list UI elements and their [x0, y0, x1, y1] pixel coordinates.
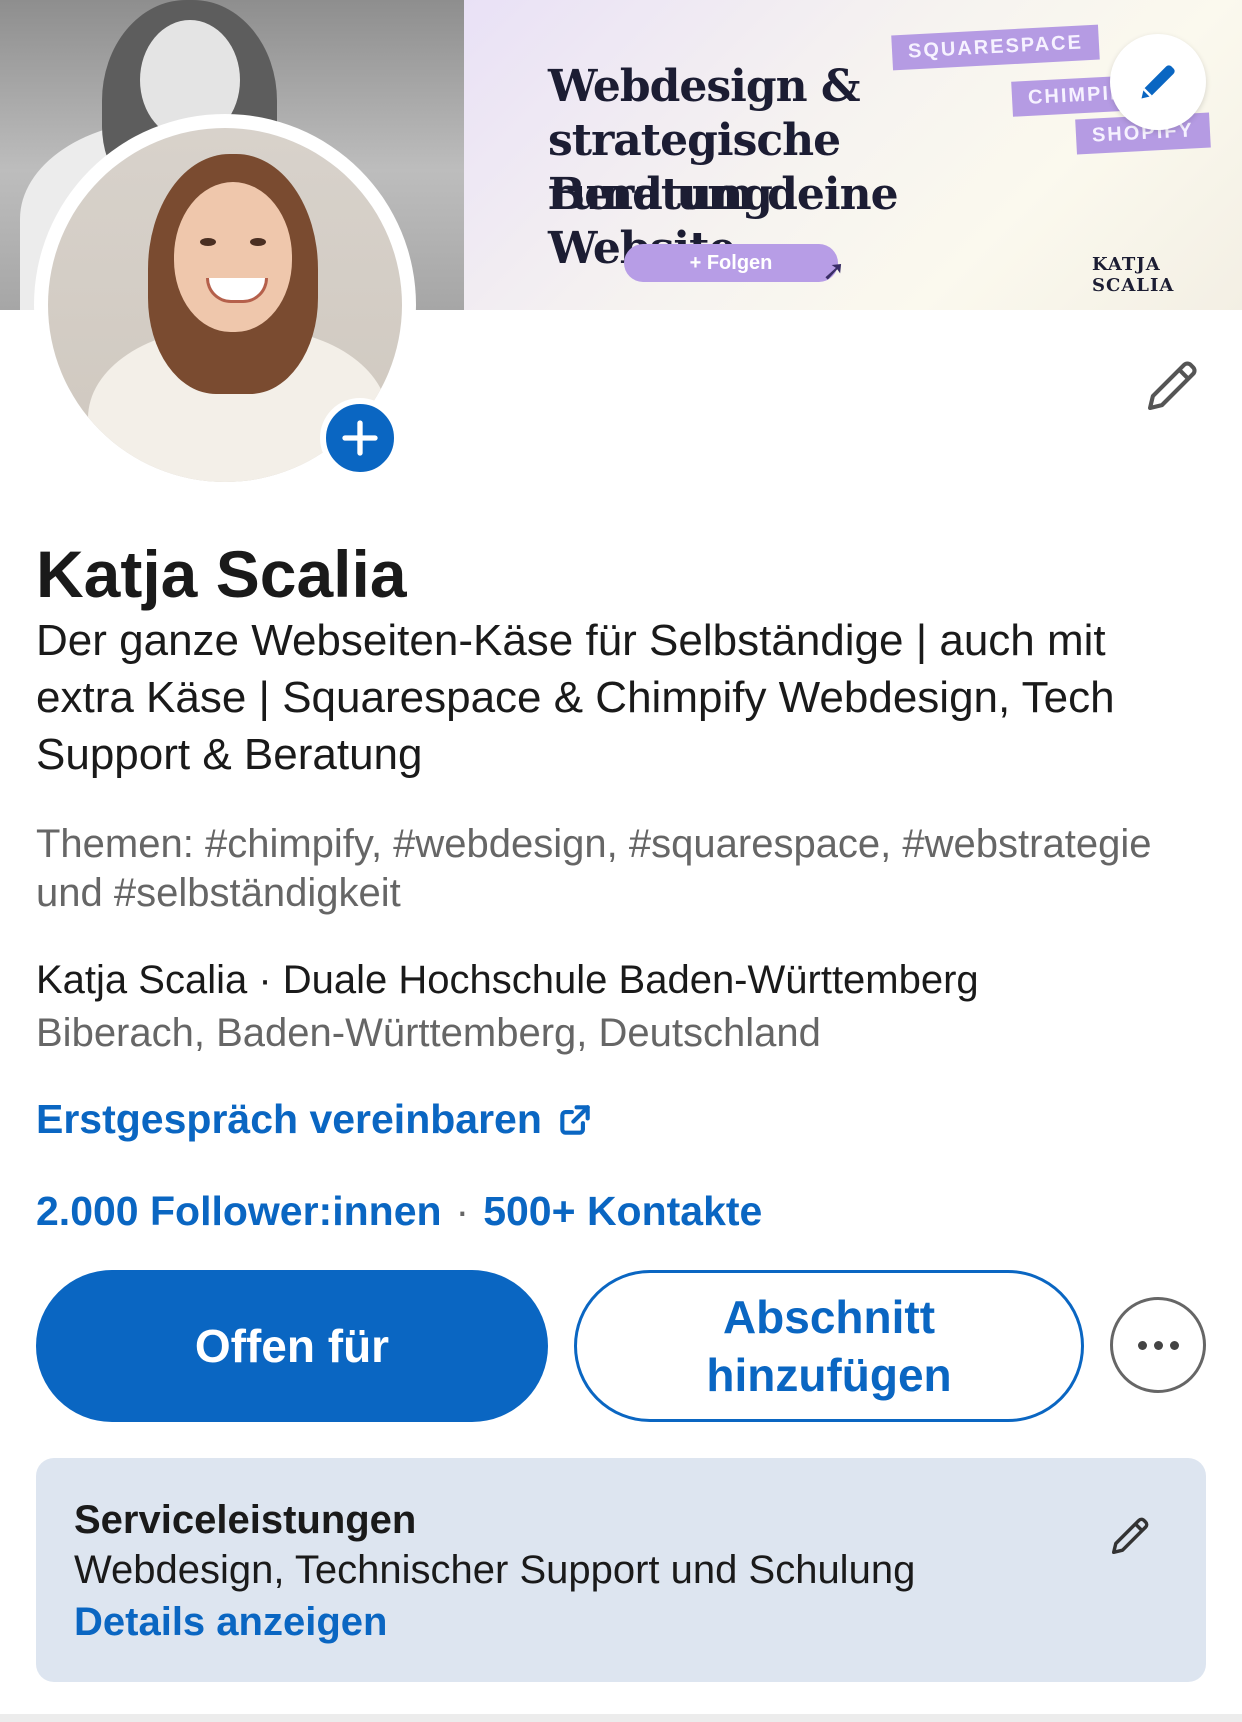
add-section-button[interactable]: Abschnitt hinzufügen	[574, 1270, 1084, 1422]
banner-headline-line-1: Webdesign &	[548, 61, 861, 112]
custom-link[interactable]: Erstgespräch vereinbaren	[36, 1096, 594, 1143]
pencil-icon	[1111, 1517, 1149, 1555]
banner-follow-graphic: + Folgen	[624, 244, 838, 282]
edit-intro-button[interactable]	[1136, 350, 1208, 422]
counts-separator: ·	[455, 1188, 470, 1234]
profile-company-education[interactable]: Katja Scalia · Duale Hochschule Baden-Wü…	[36, 958, 979, 1003]
profile-headline: Der ganze Webseiten-Käse für Selbständig…	[36, 616, 1115, 779]
banner-edit-button[interactable]	[1110, 34, 1206, 130]
custom-link-label[interactable]: Erstgespräch vereinbaren	[36, 1096, 542, 1143]
add-photo-button[interactable]	[320, 398, 400, 478]
profile-name: Katja Scalia	[36, 537, 407, 611]
pencil-icon	[1141, 65, 1175, 99]
plus-icon	[342, 420, 378, 456]
profile-topics: Themen: #chimpify, #webdesign, #squaresp…	[36, 822, 1152, 915]
connections-link[interactable]: 500+ Kontakte	[483, 1188, 762, 1235]
services-title: Serviceleistungen	[74, 1498, 417, 1542]
more-actions-button[interactable]	[1110, 1297, 1206, 1393]
services-list: Webdesign, Technischer Support und Schul…	[74, 1548, 916, 1592]
external-link-icon	[560, 1104, 590, 1135]
followers-link[interactable]: 2.000 Follower:innen	[36, 1188, 442, 1235]
cursor-icon: ➚	[822, 255, 846, 286]
services-card[interactable]: Serviceleistungen Webdesign, Technischer…	[36, 1458, 1206, 1682]
open-to-button[interactable]: Offen für	[36, 1270, 548, 1422]
banner-brand-logo: KATJA SCALIA	[1092, 254, 1175, 296]
edit-services-button[interactable]	[1100, 1506, 1160, 1566]
section-divider	[0, 1714, 1242, 1722]
more-horizontal-icon	[1137, 1340, 1179, 1350]
services-details-link[interactable]: Details anzeigen	[74, 1600, 387, 1645]
profile-location: Biberach, Baden-Württemberg, Deutschland	[36, 1011, 821, 1055]
pencil-icon	[1147, 361, 1197, 411]
network-counts: 2.000 Follower:innen · 500+ Kontakte	[36, 1188, 762, 1235]
